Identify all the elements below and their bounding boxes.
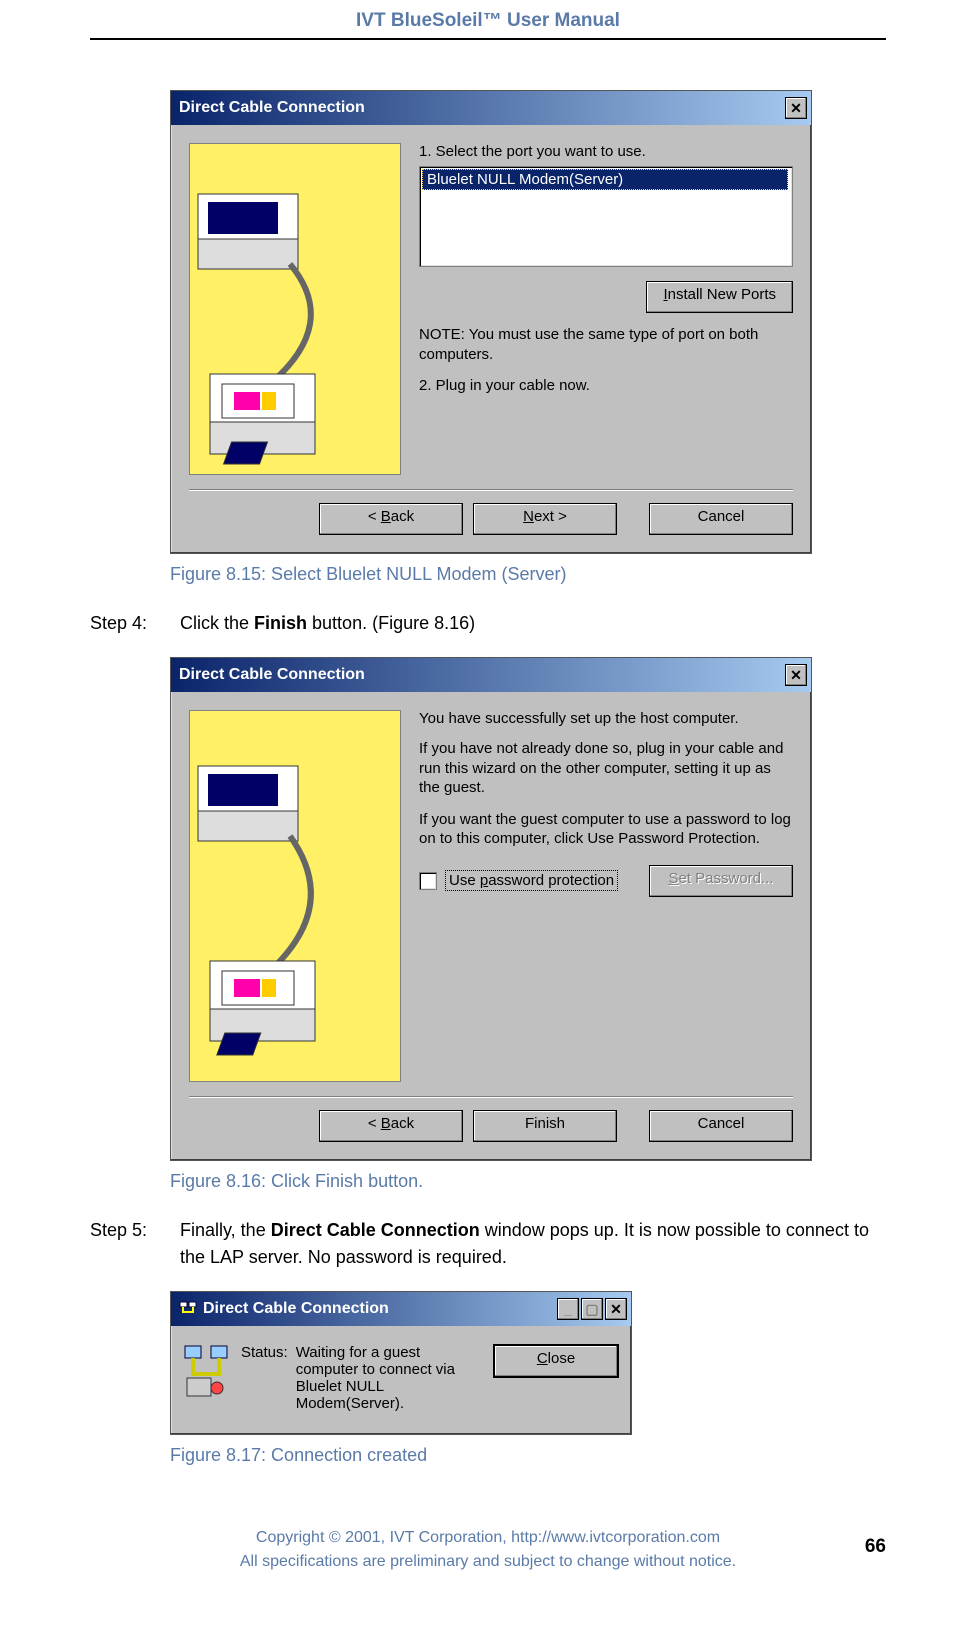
titlebar: Direct Cable Connection _ ▢ ✕ — [171, 1292, 631, 1326]
divider — [189, 489, 793, 491]
dialog-port-select: Direct Cable Connection ✕ — [170, 90, 812, 554]
use-password-checkbox[interactable] — [419, 872, 437, 890]
cancel-button[interactable]: Cancel — [649, 1110, 793, 1142]
dialog-title: Direct Cable Connection — [203, 1300, 389, 1318]
step-label: Step 4: — [90, 610, 180, 637]
close-icon[interactable]: ✕ — [785, 664, 807, 686]
status-label: Status: — [241, 1344, 288, 1412]
minimize-icon[interactable]: _ — [557, 1298, 579, 1320]
dialog-status: Direct Cable Connection _ ▢ ✕ — [170, 1291, 632, 1435]
close-button[interactable]: Close — [493, 1344, 619, 1378]
step-text: Finally, the Direct Cable Connection win… — [180, 1217, 886, 1271]
figure-caption: Figure 8.16: Click Finish button. — [170, 1171, 886, 1192]
use-password-label[interactable]: Use password protection — [445, 870, 618, 891]
success-line1: You have successfully set up the host co… — [419, 710, 793, 727]
figure-caption: Figure 8.17: Connection created — [170, 1445, 886, 1466]
dialog-title: Direct Cable Connection — [179, 99, 365, 117]
wizard-sidebar-art — [189, 143, 401, 475]
maximize-icon: ▢ — [581, 1298, 603, 1320]
back-button[interactable]: < Back — [319, 1110, 463, 1142]
install-new-ports-button[interactable]: Install New Ports — [646, 281, 793, 313]
step5-row: Step 5: Finally, the Direct Cable Connec… — [90, 1217, 886, 1271]
divider — [189, 1096, 793, 1098]
app-icon — [179, 1300, 197, 1318]
finish-button[interactable]: Finish — [473, 1110, 617, 1142]
step4-row: Step 4: Click the Finish button. (Figure… — [90, 610, 886, 637]
status-text: Waiting for a guest computer to connect … — [296, 1344, 481, 1412]
back-button[interactable]: < Back — [319, 503, 463, 535]
port-listbox[interactable]: Bluelet NULL Modem(Server) — [419, 166, 793, 267]
step-label: Step 5: — [90, 1217, 180, 1271]
wizard-sidebar-art — [189, 710, 401, 1082]
next-button[interactable]: Next > — [473, 503, 617, 535]
dialog-finish: Direct Cable Connection ✕ — [170, 657, 812, 1161]
doc-header: IVT BlueSoleil™ User Manual — [90, 0, 886, 38]
success-line3: If you want the guest computer to use a … — [419, 810, 793, 849]
page-number: 66 — [865, 1536, 886, 1558]
doc-footer: Copyright © 2001, IVT Corporation, http:… — [90, 1526, 886, 1574]
step2-label: 2. Plug in your cable now. — [419, 376, 793, 396]
close-icon[interactable]: ✕ — [785, 97, 807, 119]
step1-label: 1. Select the port you want to use. — [419, 143, 793, 160]
titlebar: Direct Cable Connection ✕ — [171, 658, 811, 692]
figure-caption: Figure 8.15: Select Bluelet NULL Modem (… — [170, 564, 886, 585]
step-text: Click the Finish button. (Figure 8.16) — [180, 610, 886, 637]
set-password-button: Set Password... — [649, 865, 793, 897]
note-text: NOTE: You must use the same type of port… — [419, 325, 793, 364]
connection-icon — [183, 1344, 229, 1404]
dialog-title: Direct Cable Connection — [179, 666, 365, 684]
header-rule — [90, 38, 886, 40]
close-icon[interactable]: ✕ — [605, 1298, 627, 1320]
port-item-selected[interactable]: Bluelet NULL Modem(Server) — [422, 169, 788, 190]
cancel-button[interactable]: Cancel — [649, 503, 793, 535]
success-line2: If you have not already done so, plug in… — [419, 739, 793, 798]
titlebar: Direct Cable Connection ✕ — [171, 91, 811, 125]
